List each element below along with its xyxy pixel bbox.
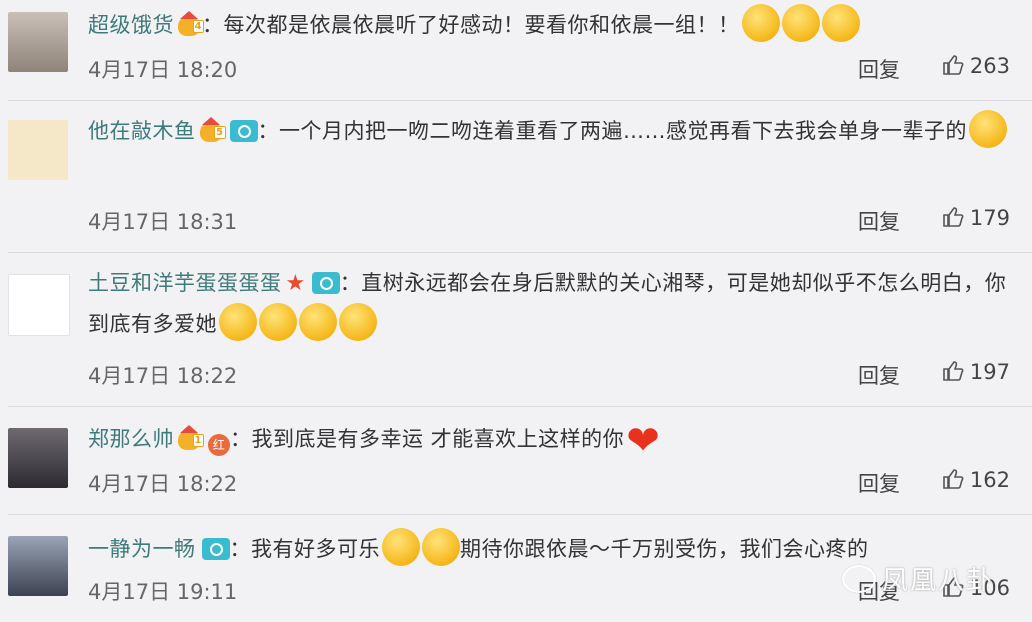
avatar[interactable] xyxy=(8,536,68,596)
like-count: 162 xyxy=(969,468,1010,492)
thumbs-up-icon xyxy=(943,55,964,75)
username[interactable]: 他在敲木鱼 xyxy=(88,119,196,143)
laughing-emoji-icon xyxy=(969,110,1007,148)
crying-emoji-icon xyxy=(821,4,860,42)
timestamp: 4月17日 19:11 xyxy=(88,580,238,604)
username[interactable]: 一静为一畅 xyxy=(88,537,196,561)
watermark-text: 凤凰八卦 xyxy=(881,566,994,596)
like-count: 197 xyxy=(969,360,1010,384)
red-badge-icon: 红 xyxy=(208,434,230,456)
camera-icon xyxy=(229,120,258,142)
comment-meta: 4月17日 18:22 回复 162 xyxy=(88,468,1010,498)
avatar[interactable] xyxy=(8,12,68,72)
comment-text-continued: 期待你跟依晨～千万别受伤，我们会心疼的 xyxy=(460,537,869,561)
timestamp: 4月17日 18:22 xyxy=(88,472,238,496)
like-button[interactable]: 179 xyxy=(942,206,1010,230)
wechat-logo-icon xyxy=(841,565,876,593)
reply-button[interactable]: 回复 xyxy=(858,54,900,84)
thumbs-up-icon xyxy=(943,207,964,227)
comment-meta: 4月17日 18:20 回复 263 xyxy=(88,54,1010,84)
thumbs-up-icon xyxy=(943,469,964,489)
like-button[interactable]: 197 xyxy=(942,360,1010,384)
crown-icon: 5 xyxy=(199,115,226,142)
username[interactable]: 土豆和洋芋蛋蛋蛋蛋 xyxy=(88,271,282,295)
avatar[interactable] xyxy=(8,120,68,180)
reply-button[interactable]: 回复 xyxy=(858,360,900,390)
thumbs-up-icon xyxy=(943,361,964,381)
crown-icon: 1 xyxy=(178,423,204,450)
divider xyxy=(8,406,1032,407)
yawning-emoji-icon xyxy=(422,528,460,566)
comment-body: 土豆和洋芋蛋蛋蛋蛋 ★ ：直树永远都会在身后默默的关心湘琴，可是她却似乎不怎么明白，… xyxy=(88,264,1010,343)
camera-icon xyxy=(201,538,230,560)
timestamp: 4月17日 18:31 xyxy=(88,210,238,234)
yawning-emoji-icon xyxy=(382,528,420,566)
sad-emoji-icon xyxy=(299,303,337,341)
comment-body: 他在敲木鱼 5 ：一个月内把一吻二吻连着重看了两遍……感觉再看下去我会单身一辈子的 xyxy=(88,110,1010,150)
divider xyxy=(8,514,1032,515)
comment-body: 郑那么帅 1 红：我到底是有多幸运 才能喜欢上这样的你❤ xyxy=(88,418,1010,464)
like-count: 179 xyxy=(969,206,1010,230)
avatar[interactable] xyxy=(8,428,68,488)
comment-meta: 4月17日 18:31 回复 179 xyxy=(88,206,1010,236)
timestamp: 4月17日 18:20 xyxy=(88,58,238,82)
username[interactable]: 郑那么帅 xyxy=(88,427,174,451)
username[interactable]: 超级饿货 xyxy=(88,13,174,37)
comment-meta: 4月17日 18:22 回复 197 xyxy=(88,360,1010,390)
star-icon: ★ xyxy=(285,271,306,296)
crying-emoji-icon xyxy=(781,4,820,42)
comment-text: ：每次都是依晨依晨听了好感动！要看你和依晨一组！！ xyxy=(202,13,740,37)
watermark: 凤凰八卦 xyxy=(841,560,994,597)
crying-emoji-icon xyxy=(741,4,780,42)
heart-emoji-icon: ❤ xyxy=(626,418,661,464)
divider xyxy=(8,252,1032,253)
timestamp: 4月17日 18:22 xyxy=(88,364,238,388)
comment-text: ：我有好多可乐 xyxy=(229,537,380,561)
comment-text: ：一个月内把一吻二吻连着重看了两遍……感觉再看下去我会单身一辈子的 xyxy=(257,119,967,143)
divider xyxy=(8,100,1032,101)
sad-emoji-icon xyxy=(259,303,297,341)
sad-emoji-icon xyxy=(339,303,377,341)
comment-body: 超级饿货 4 ：每次都是依晨依晨听了好感动！要看你和依晨一组！！ xyxy=(88,4,1010,44)
avatar[interactable] xyxy=(8,274,70,336)
reply-button[interactable]: 回复 xyxy=(858,206,900,236)
like-button[interactable]: 162 xyxy=(942,468,1010,492)
reply-button[interactable]: 回复 xyxy=(858,468,900,498)
sad-emoji-icon xyxy=(219,303,257,341)
like-button[interactable]: 263 xyxy=(942,54,1010,78)
comment-text: ：我到底是有多幸运 才能喜欢上这样的你 xyxy=(230,427,625,451)
crown-icon: 4 xyxy=(178,9,204,36)
like-count: 263 xyxy=(969,54,1010,78)
camera-icon xyxy=(311,272,340,294)
